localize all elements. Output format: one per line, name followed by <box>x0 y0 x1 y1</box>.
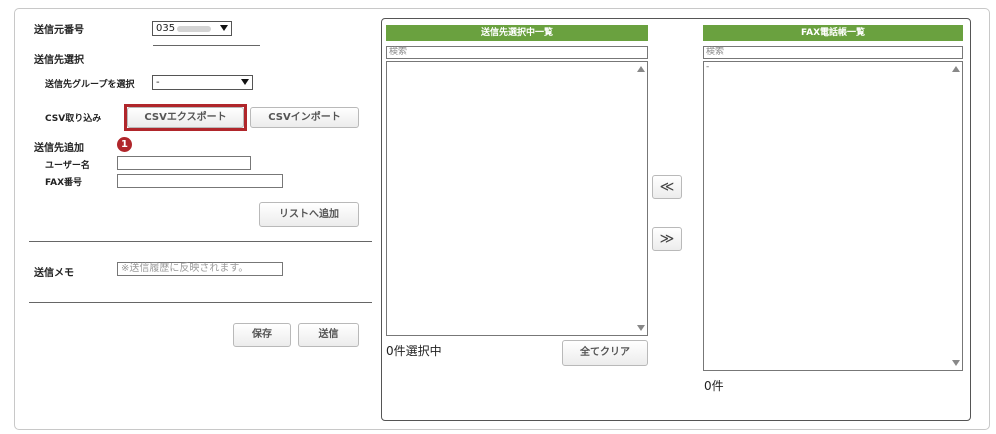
fax-list-search[interactable]: 検索 <box>703 46 963 59</box>
destination-select-heading: 送信先選択 <box>34 55 84 66</box>
scroll-up-icon[interactable] <box>952 66 960 72</box>
sender-divider <box>153 45 260 46</box>
chevron-down-icon <box>220 25 228 31</box>
selected-list-box[interactable] <box>386 61 648 336</box>
csv-import-section-label: CSV取り込み <box>45 114 102 124</box>
move-right-button[interactable]: ≫ <box>652 227 682 251</box>
add-destination-heading: 送信先追加 <box>34 143 84 154</box>
fax-list-row[interactable]: - <box>706 62 709 72</box>
csv-export-highlight <box>124 104 247 131</box>
group-select-label: 送信先グループを選択 <box>45 80 135 90</box>
fax-search-placeholder: 検索 <box>706 47 725 57</box>
fax-list-count: 0件 <box>704 379 724 393</box>
callout-number-badge: 1 <box>117 137 132 152</box>
selected-search-placeholder: 検索 <box>389 47 408 57</box>
selected-count: 0件選択中 <box>386 344 442 358</box>
redacted-number-mask <box>177 26 211 32</box>
move-left-button[interactable]: ≪ <box>652 175 682 199</box>
fax-list-header: FAX電話帳一覧 <box>703 25 963 41</box>
scroll-down-icon[interactable] <box>637 325 645 331</box>
username-label: ユーザー名 <box>45 161 90 171</box>
memo-input[interactable]: ※送信履歴に反映されます。 <box>117 262 283 276</box>
chevron-down-icon <box>241 79 249 85</box>
sender-number-select[interactable]: 035 <box>152 21 232 36</box>
selected-list-header: 送信先選択中一覧 <box>386 25 648 41</box>
section-divider <box>29 241 372 242</box>
group-select[interactable]: - <box>152 75 253 90</box>
memo-label: 送信メモ <box>34 268 74 279</box>
clear-all-button[interactable]: 全てクリア <box>562 340 648 366</box>
group-select-value: - <box>156 77 160 88</box>
sender-number-value: 035 <box>156 23 176 34</box>
send-button[interactable]: 送信 <box>298 323 359 347</box>
sender-number-label: 送信元番号 <box>34 25 84 36</box>
selected-list-search[interactable]: 検索 <box>386 46 648 59</box>
scroll-up-icon[interactable] <box>637 66 645 72</box>
csv-import-button[interactable]: CSVインポート <box>250 107 359 128</box>
username-input[interactable] <box>117 156 251 170</box>
fax-number-input[interactable] <box>117 174 283 188</box>
memo-divider <box>29 302 372 303</box>
scroll-down-icon[interactable] <box>952 360 960 366</box>
save-button[interactable]: 保存 <box>233 323 291 347</box>
memo-placeholder: ※送信履歴に反映されます。 <box>121 263 249 274</box>
add-to-list-button[interactable]: リストへ追加 <box>259 202 359 227</box>
fax-number-label: FAX番号 <box>45 178 83 188</box>
fax-list-box[interactable]: - <box>703 61 963 371</box>
